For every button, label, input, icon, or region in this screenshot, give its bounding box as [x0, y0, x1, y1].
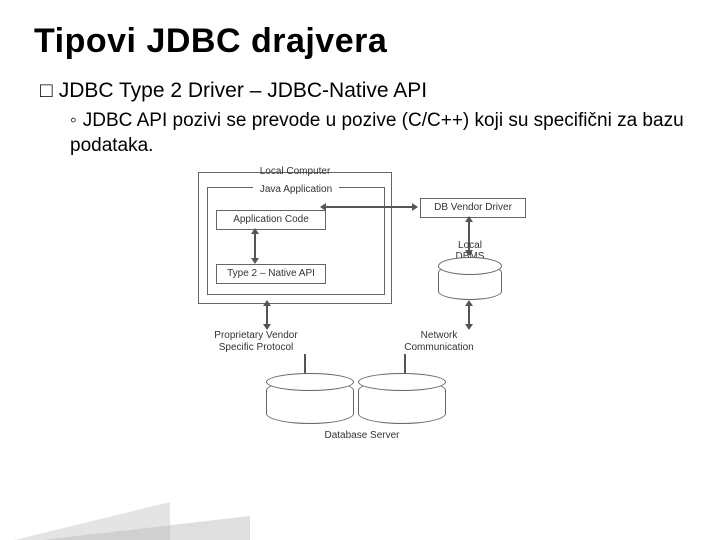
database-server-label: Database Server: [312, 430, 412, 441]
bullet2-text: JDBC API pozivi se prevode u pozive (C/C…: [70, 110, 684, 156]
application-code-box: Application Code: [216, 210, 326, 230]
proprietary-protocol-label: Proprietary Vendor Specific Protocol: [206, 330, 306, 353]
local-computer-label: Local Computer: [199, 166, 391, 178]
local-dbms-cylinder-icon: [438, 264, 502, 300]
arrow-appcode-type2: [254, 234, 256, 258]
java-application-box: Java Application Application Code Type 2…: [207, 187, 385, 295]
bullet-level-2: ◦JDBC API pozivi se prevode u pozive (C/…: [70, 109, 686, 158]
bullet1-bold: JDBC: [59, 79, 114, 102]
bullet1-rest: Type 2 Driver – JDBC-Native API: [114, 79, 428, 102]
slide: Tipovi JDBC drajvera □ JDBC Type 2 Driver…: [0, 0, 720, 540]
arrow-net-to-server: [404, 354, 406, 374]
architecture-diagram: Local Computer Java Application Applicat…: [180, 172, 540, 452]
network-communication-label: Network Communication: [394, 330, 484, 353]
db-vendor-driver-box: DB Vendor Driver: [420, 198, 526, 218]
arrow-dbms-down: [468, 306, 470, 324]
local-computer-box: Local Computer Java Application Applicat…: [198, 172, 392, 304]
arrow-app-vendor: [326, 206, 412, 208]
arrow-prop-to-server: [304, 354, 306, 374]
arrow-type2-down: [266, 306, 268, 324]
type2-native-api-box: Type 2 – Native API: [216, 264, 326, 284]
decorative-wedge-2-icon: [0, 516, 250, 540]
slide-title: Tipovi JDBC drajvera: [34, 22, 686, 61]
bullet-level-1: □ JDBC Type 2 Driver – JDBC-Native API: [40, 79, 686, 103]
database-server-cylinder-left-icon: [266, 380, 354, 424]
database-server-cylinder-right-icon: [358, 380, 446, 424]
java-application-label: Java Application: [253, 184, 339, 196]
ring-bullet-icon: ◦: [70, 110, 77, 131]
square-bullet-icon: □: [40, 79, 53, 102]
